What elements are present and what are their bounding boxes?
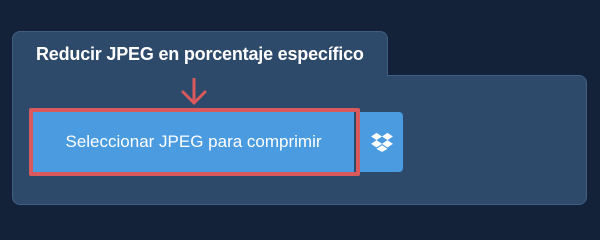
select-jpeg-label: Seleccionar JPEG para comprimir [65, 132, 322, 151]
dropbox-button[interactable] [360, 112, 403, 172]
panel-title: Reducir JPEG en porcentaje específico [36, 44, 364, 64]
arrow-down-icon [181, 78, 207, 105]
select-jpeg-button[interactable]: Seleccionar JPEG para comprimir [33, 112, 354, 172]
dropbox-icon [370, 132, 393, 152]
